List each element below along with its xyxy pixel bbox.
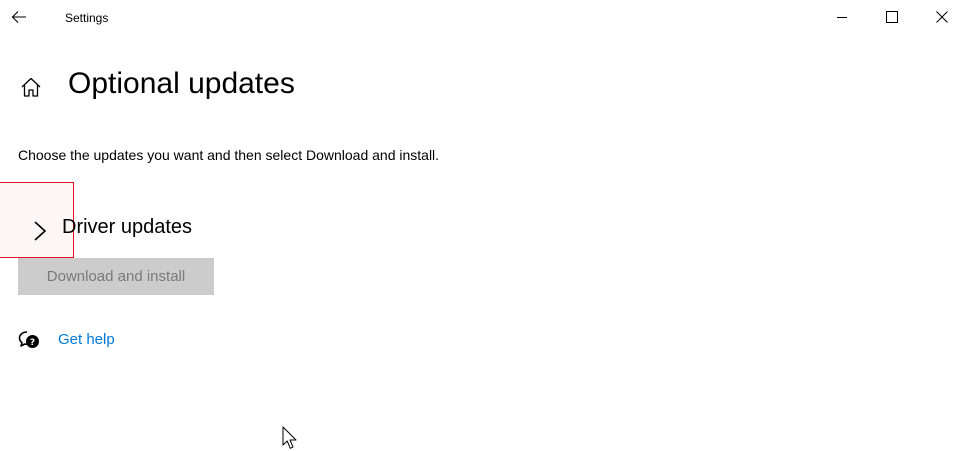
download-and-install-button[interactable]: Download and install [18, 258, 214, 295]
driver-updates-expander[interactable]: Driver updates [0, 182, 300, 258]
page-title: Optional updates [68, 67, 295, 100]
back-button[interactable] [0, 0, 38, 34]
back-arrow-icon [11, 11, 26, 23]
maximize-button[interactable] [867, 0, 917, 34]
get-help-link-row[interactable]: ? Get help [18, 330, 115, 350]
chevron-right-icon [34, 221, 47, 241]
title-bar: Settings [0, 0, 967, 34]
page-description: Choose the updates you want and then sel… [18, 147, 440, 163]
window-controls [817, 0, 967, 34]
minimize-button[interactable] [817, 0, 867, 34]
close-icon [936, 11, 948, 23]
help-chat-icon: ? [18, 331, 39, 348]
home-icon[interactable] [20, 76, 42, 98]
minimize-icon [837, 17, 847, 18]
close-button[interactable] [917, 0, 967, 34]
svg-text:?: ? [30, 338, 35, 348]
mouse-pointer-icon [282, 426, 297, 449]
maximize-icon [886, 11, 898, 23]
driver-updates-label: Driver updates [62, 216, 193, 238]
get-help-link[interactable]: Get help [58, 330, 115, 350]
window-title: Settings [65, 11, 109, 25]
